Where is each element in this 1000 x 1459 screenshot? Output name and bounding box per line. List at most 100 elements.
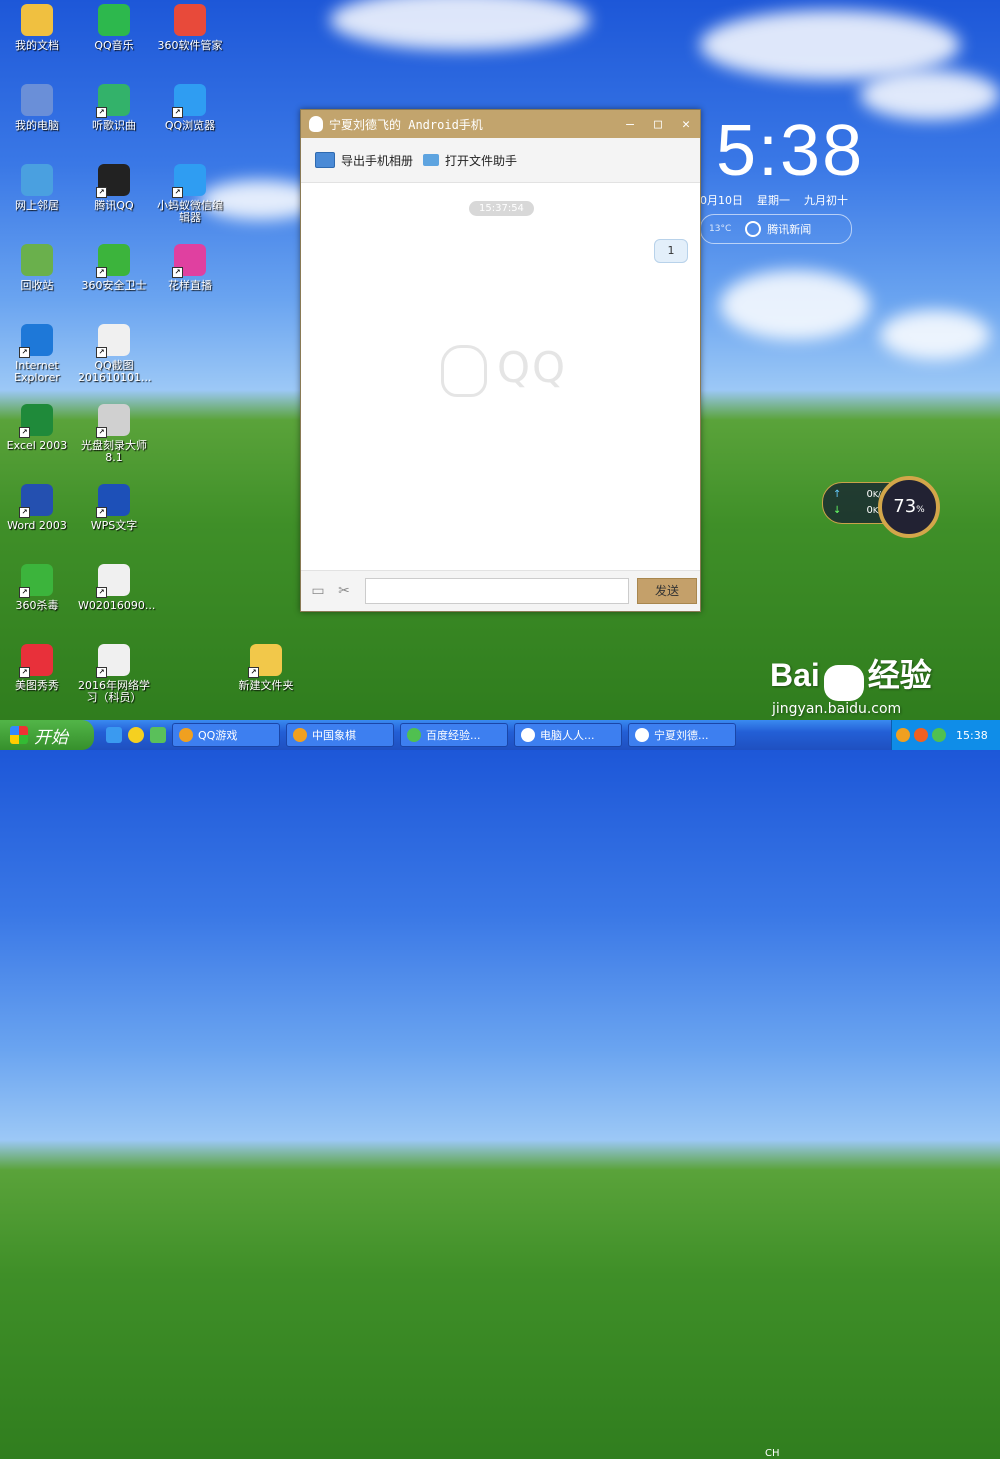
desktop-icon-label: Word 2003 (7, 519, 67, 532)
desktop-icon-label: 我的文档 (15, 39, 59, 52)
desktop-icon-label: WPS文字 (90, 519, 138, 532)
clock-lunar: 九月初十 (804, 194, 848, 207)
message-bubble: 1 (654, 239, 688, 263)
photo-export-icon (315, 152, 335, 168)
desktop-icon-label: 360软件管家 (157, 39, 223, 52)
desktop-icon[interactable]: 回收站 (1, 244, 73, 292)
shortcut-arrow-icon: ↗ (172, 107, 183, 118)
desktop-icon[interactable]: ↗ QQ截图 201610101... (78, 324, 151, 384)
message-input[interactable] (365, 578, 629, 604)
export-album-label: 导出手机相册 (341, 153, 414, 168)
quicklaunch-desktop-icon[interactable] (150, 727, 166, 743)
desktop-icon[interactable]: ↗ Excel 2003 (1, 404, 73, 452)
chat-area: 15:37:54 1 QQ (301, 183, 700, 570)
memory-usage-ring[interactable]: 73% (878, 476, 940, 538)
memory-percent: 73 (893, 496, 917, 517)
cloud (720, 270, 870, 340)
my-computer-icon (21, 84, 53, 116)
desktop-icon[interactable]: ↗ Word 2003 (1, 484, 73, 532)
desktop-icon[interactable]: ↗ 360杀毒 (1, 564, 73, 612)
qq-browser-icon: ↗ (172, 84, 206, 118)
quicklaunch-ie-icon[interactable] (106, 727, 122, 743)
desktop-icon[interactable]: ↗ 2016年网络学 习（科员） (78, 644, 150, 704)
windows-flag-icon (10, 726, 28, 744)
tray-game-icon[interactable] (914, 728, 928, 742)
qq-penguin-watermark-icon (441, 344, 487, 397)
taskbar-task[interactable]: 百度经验... (400, 723, 508, 747)
desktop-icon[interactable]: ↗ Internet Explorer (1, 324, 73, 384)
shortcut-arrow-icon: ↗ (19, 427, 30, 438)
minimize-button[interactable]: — (616, 117, 644, 132)
taskbar-task[interactable]: QQ游戏 (172, 723, 280, 747)
baidu-brand: Bai (770, 657, 820, 693)
360-software-icon (174, 4, 206, 36)
close-button[interactable]: ✕ (672, 117, 700, 132)
tencent-qq-icon: ↗ (96, 164, 130, 198)
desktop-icon[interactable]: 我的文档 (1, 4, 73, 52)
taskbar-task[interactable]: 中国象棋 (286, 723, 394, 747)
scissors-icon[interactable]: ✂ (335, 583, 353, 599)
clock-date: 0月10日 (700, 194, 743, 207)
send-button[interactable]: 发送 (637, 578, 697, 604)
task-label: 中国象棋 (312, 729, 356, 742)
network-speed-widget[interactable]: ↑ 0K/s ↓ 0K/s 73% (822, 476, 940, 538)
quicklaunch-360-icon[interactable] (128, 727, 144, 743)
window-titlebar[interactable]: 宁夏刘德飞的 Android手机 — □ ✕ (301, 110, 700, 138)
clock-time: 5:38 (716, 111, 865, 191)
desktop-icon[interactable]: ↗ 腾讯QQ (78, 164, 150, 212)
desktop-icon[interactable]: ↗ 美图秀秀 (1, 644, 73, 692)
desktop-icon[interactable]: 网上邻居 (1, 164, 73, 212)
shortcut-arrow-icon: ↗ (19, 667, 30, 678)
cloud (330, 0, 590, 50)
taskbar-task[interactable]: 宁夏刘德... (628, 723, 736, 747)
desktop-icon[interactable]: ↗ WPS文字 (78, 484, 150, 532)
desktop-icon[interactable]: ↗ 听歌识曲 (78, 84, 150, 132)
news-button[interactable]: 13°C 腾讯新闻 (700, 214, 852, 244)
desktop-icon[interactable]: 我的电脑 (1, 84, 73, 132)
folder-send-icon[interactable]: ▭ (309, 583, 327, 599)
word-icon: ↗ (19, 484, 53, 518)
open-file-helper-button[interactable]: 打开文件助手 (423, 152, 517, 169)
cloud (880, 310, 990, 360)
ime-indicator[interactable]: CH (765, 1448, 780, 1459)
qq-phone-window[interactable]: 宁夏刘德飞的 Android手机 — □ ✕ 导出手机相册 打开文件助手 15:… (300, 109, 701, 612)
new-folder-icon: ↗ (248, 644, 282, 678)
desktop-icon-label: 花样直播 (168, 279, 212, 292)
task-app-icon (635, 728, 649, 742)
window-title: 宁夏刘德飞的 Android手机 (329, 117, 483, 132)
desktop-icon[interactable]: ↗ 花样直播 (154, 244, 226, 292)
desktop-icon[interactable]: QQ音乐 (78, 4, 150, 52)
desktop-icon-label: 网上邻居 (15, 199, 59, 212)
shortcut-arrow-icon: ↗ (172, 267, 183, 278)
tray-clock[interactable]: 15:38 (956, 729, 988, 742)
desktop-icon[interactable]: ↗ 360安全卫士 (78, 244, 150, 292)
desktop-icon-label: 360安全卫士 (81, 279, 147, 292)
taskbar-task[interactable]: 电脑人人... (514, 723, 622, 747)
export-album-button[interactable]: 导出手机相册 (315, 152, 413, 169)
desktop-icon-label: 腾讯QQ (94, 199, 134, 212)
qq-penguin-icon (309, 116, 323, 132)
start-button[interactable]: 开始 (0, 720, 94, 750)
tray-qq-icon[interactable] (896, 728, 910, 742)
qq-watermark: QQ (441, 343, 567, 397)
shortcut-arrow-icon: ↗ (96, 427, 107, 438)
maximize-button[interactable]: □ (644, 117, 672, 132)
desktop-icon[interactable]: ↗ 新建文件夹 (230, 644, 302, 692)
desktop-icon[interactable]: ↗ 光盘刻录大师 8.1 (78, 404, 150, 464)
desktop-icon-label: 360杀毒 (15, 599, 59, 612)
tencent-news-icon (745, 221, 762, 237)
desktop-icon-label: W02016090... (78, 599, 156, 612)
desktop-icon[interactable]: ↗ 小蚂蚁微信编 辑器 (154, 164, 226, 224)
desktop-icon-label: QQ浏览器 (164, 119, 216, 132)
desktop-icon[interactable]: ↗ W02016090... (78, 564, 156, 612)
folder-docs-icon (21, 4, 53, 36)
clock-weekday: 星期一 (757, 194, 790, 207)
desktop-icon[interactable]: ↗ QQ浏览器 (154, 84, 226, 132)
taskbar: 开始 QQ游戏 中国象棋 百度经验... 电脑人人... 宁夏刘德... CH 15:3… (0, 720, 1000, 1459)
tray-chess-icon[interactable] (932, 728, 946, 742)
desktop-icon[interactable]: 360软件管家 (154, 4, 226, 52)
open-file-helper-label: 打开文件助手 (445, 153, 518, 168)
shortcut-arrow-icon: ↗ (96, 267, 107, 278)
task-label: 宁夏刘德... (654, 729, 709, 742)
recycle-bin-icon (21, 244, 53, 276)
